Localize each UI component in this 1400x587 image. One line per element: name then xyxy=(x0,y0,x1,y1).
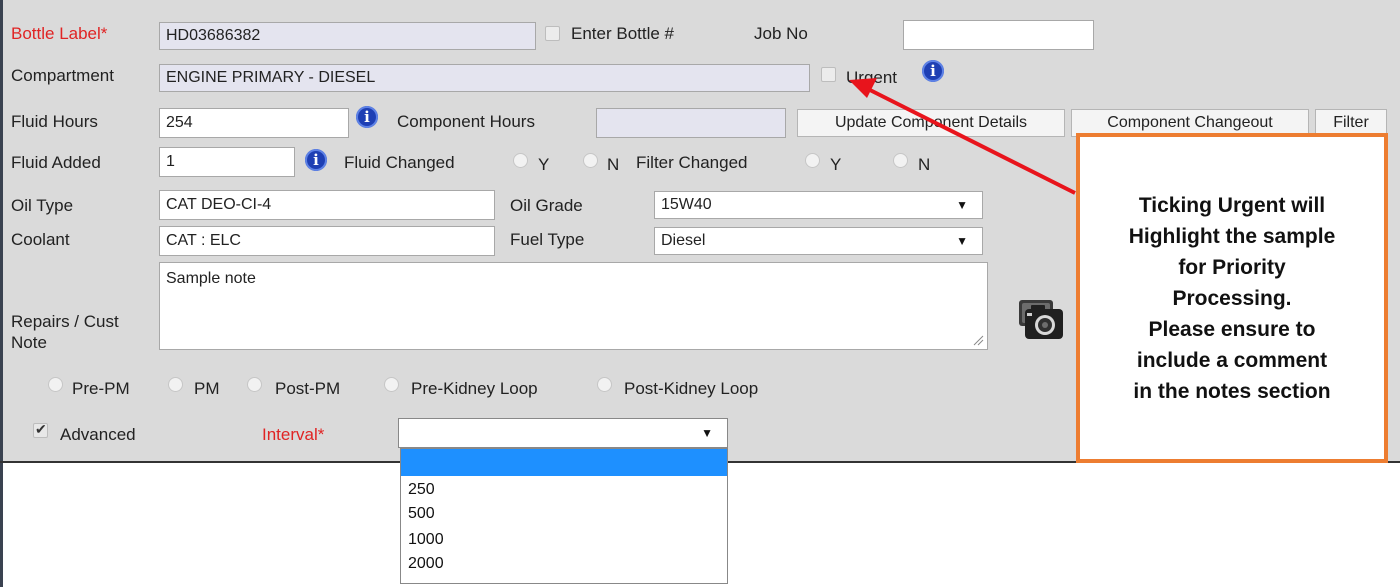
fluid-hours-info-icon[interactable]: i xyxy=(356,106,378,128)
post-kidney-loop-radio[interactable] xyxy=(597,377,612,392)
interval-option-1000[interactable]: 1000 xyxy=(408,531,444,549)
repairs-note-textarea[interactable]: Sample note xyxy=(159,262,988,350)
annotation-line: Processing. xyxy=(1172,286,1292,310)
enter-bottle-label: Enter Bottle # xyxy=(571,24,675,43)
annotation-text: Ticking Urgent will Highlight the sample… xyxy=(1129,190,1336,407)
post-kidney-loop-label: Post-Kidney Loop xyxy=(624,379,759,398)
pm-radio[interactable] xyxy=(168,377,183,392)
bottle-label-label: Bottle Label* xyxy=(11,24,108,43)
fluid-changed-yes-label: Y xyxy=(538,155,550,174)
job-no-label: Job No xyxy=(754,24,808,43)
compartment-input[interactable]: ENGINE PRIMARY - DIESEL xyxy=(159,64,810,92)
pre-pm-label: Pre-PM xyxy=(72,379,130,398)
fluid-added-label: Fluid Added xyxy=(11,153,101,172)
filter-changed-no-label: N xyxy=(918,155,931,174)
fluid-added-input[interactable]: 1 xyxy=(159,147,295,177)
interval-option-250[interactable]: 250 xyxy=(408,481,435,499)
pre-kidney-loop-radio[interactable] xyxy=(384,377,399,392)
chevron-down-icon: ▼ xyxy=(956,198,968,212)
annotation-line: Ticking Urgent will xyxy=(1138,193,1326,217)
interval-option-2000[interactable]: 2000 xyxy=(408,555,444,573)
component-hours-input[interactable] xyxy=(596,108,786,138)
component-hours-label: Component Hours xyxy=(397,112,535,131)
repairs-note-label-line2: Note xyxy=(11,333,47,352)
oil-grade-select[interactable]: 15W40 ▼ xyxy=(654,191,983,219)
post-pm-radio[interactable] xyxy=(247,377,262,392)
filter-changed-label: Filter Changed xyxy=(636,153,748,172)
filter-changed-no-radio[interactable] xyxy=(893,153,908,168)
interval-select[interactable]: ▼ xyxy=(398,418,728,448)
repairs-note-label-line1: Repairs / Cust xyxy=(11,312,119,331)
fluid-hours-input[interactable]: 254 xyxy=(159,108,349,138)
pre-pm-radio[interactable] xyxy=(48,377,63,392)
update-component-details-button[interactable]: Update Component Details xyxy=(797,109,1065,137)
pm-label: PM xyxy=(194,379,220,398)
filter-changed-yes-radio[interactable] xyxy=(805,153,820,168)
urgent-label: Urgent xyxy=(846,68,898,87)
interval-label: Interval* xyxy=(262,425,325,444)
annotation-callout: Ticking Urgent will Highlight the sample… xyxy=(1076,133,1388,463)
oil-type-label: Oil Type xyxy=(11,196,74,215)
filter-changed-yes-label: Y xyxy=(830,155,842,174)
oil-grade-value: 15W40 xyxy=(661,196,712,213)
coolant-input[interactable]: CAT : ELC xyxy=(159,226,495,256)
job-no-input[interactable] xyxy=(903,20,1094,50)
oil-type-input[interactable]: CAT DEO-CI-4 xyxy=(159,190,495,220)
urgent-checkbox[interactable] xyxy=(821,67,836,82)
annotation-line: include a comment xyxy=(1136,348,1328,372)
oil-grade-label: Oil Grade xyxy=(510,196,583,215)
coolant-label: Coolant xyxy=(11,230,70,249)
interval-dropdown-list: 250 500 1000 2000 xyxy=(400,448,728,584)
post-pm-label: Post-PM xyxy=(275,379,341,398)
fuel-type-value: Diesel xyxy=(661,232,706,249)
annotation-line: in the notes section xyxy=(1133,379,1331,403)
fuel-type-label: Fuel Type xyxy=(510,230,585,249)
bottle-label-input[interactable]: HD03686382 xyxy=(159,22,536,50)
fluid-changed-no-label: N xyxy=(607,155,620,174)
fluid-hours-label: Fluid Hours xyxy=(11,112,98,131)
fluid-changed-no-radio[interactable] xyxy=(583,153,598,168)
resize-handle-icon[interactable] xyxy=(972,334,984,346)
left-border xyxy=(0,0,3,587)
chevron-down-icon: ▼ xyxy=(956,234,968,248)
fluid-changed-yes-radio[interactable] xyxy=(513,153,528,168)
annotation-line: for Priority xyxy=(1178,255,1286,279)
camera-icon[interactable] xyxy=(1017,297,1065,343)
fluid-changed-label: Fluid Changed xyxy=(344,153,455,172)
compartment-label: Compartment xyxy=(11,66,114,85)
chevron-down-icon: ▼ xyxy=(701,426,713,440)
interval-option-500[interactable]: 500 xyxy=(408,505,435,523)
fuel-type-select[interactable]: Diesel ▼ xyxy=(654,227,983,255)
pre-kidney-loop-label: Pre-Kidney Loop xyxy=(411,379,538,398)
fluid-added-info-icon[interactable]: i xyxy=(305,149,327,171)
advanced-checkbox[interactable] xyxy=(33,421,48,438)
annotation-line: Highlight the sample xyxy=(1128,224,1336,248)
urgent-info-icon[interactable]: i xyxy=(922,60,944,82)
enter-bottle-checkbox[interactable] xyxy=(545,26,560,41)
advanced-label: Advanced xyxy=(60,425,136,444)
annotation-line: Please ensure to xyxy=(1148,317,1316,341)
interval-option-empty[interactable] xyxy=(401,449,727,476)
